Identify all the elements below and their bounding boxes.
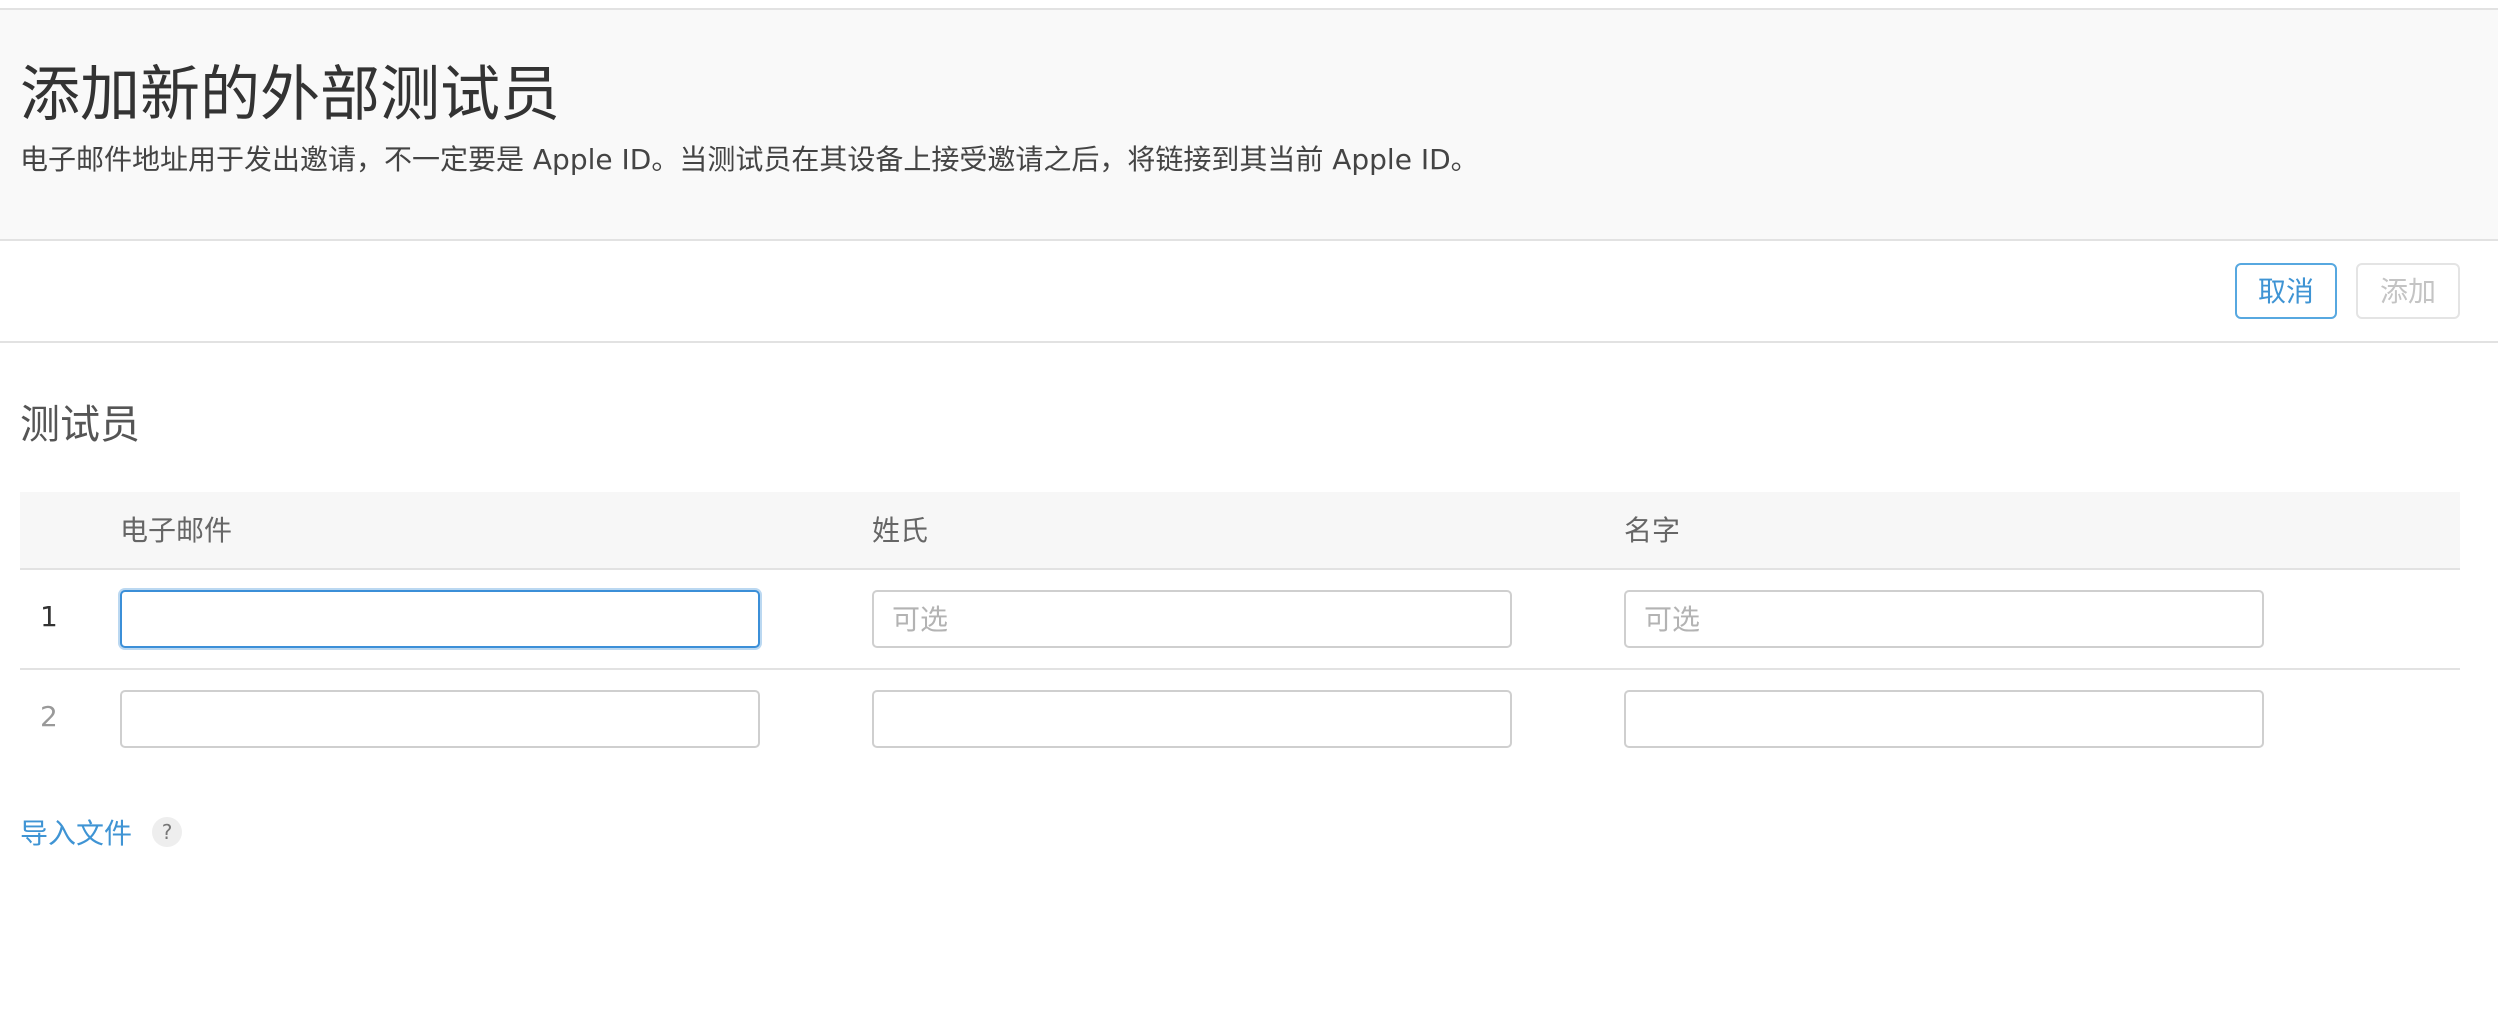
table-row: 2 bbox=[20, 670, 2460, 770]
column-header-first-name: 名字 bbox=[1624, 514, 1681, 547]
email-field[interactable] bbox=[120, 590, 760, 648]
page-title: 添加新的外部测试员 bbox=[20, 60, 560, 130]
testers-section-title: 测试员 bbox=[20, 402, 140, 448]
import-file-link[interactable]: 导入文件 bbox=[20, 812, 132, 852]
first-name-field[interactable] bbox=[1624, 690, 2264, 748]
row-number: 1 bbox=[40, 600, 58, 633]
page-header: 添加新的外部测试员 电子邮件地址用于发出邀请，不一定要是 Apple ID。当测… bbox=[0, 8, 2498, 241]
testers-table: 电子邮件 姓氏 名字 1 2 bbox=[20, 492, 2460, 770]
import-row: 导入文件 ? bbox=[20, 812, 183, 852]
add-button[interactable]: 添加 bbox=[2356, 263, 2460, 319]
last-name-field[interactable] bbox=[872, 590, 1512, 648]
row-number: 2 bbox=[40, 700, 58, 733]
email-field[interactable] bbox=[120, 690, 760, 748]
column-header-last-name: 姓氏 bbox=[872, 514, 929, 547]
table-header: 电子邮件 姓氏 名字 bbox=[20, 492, 2460, 570]
table-row: 1 bbox=[20, 570, 2460, 670]
action-toolbar: 取消 添加 bbox=[0, 241, 2498, 343]
page: 添加新的外部测试员 电子邮件地址用于发出邀请，不一定要是 Apple ID。当测… bbox=[0, 0, 2498, 1010]
first-name-field[interactable] bbox=[1624, 590, 2264, 648]
last-name-field[interactable] bbox=[872, 690, 1512, 748]
column-header-email: 电子邮件 bbox=[120, 514, 233, 547]
cancel-button[interactable]: 取消 bbox=[2235, 263, 2337, 319]
page-subtitle: 电子邮件地址用于发出邀请，不一定要是 Apple ID。当测试员在其设备上接受邀… bbox=[20, 143, 1479, 176]
help-icon[interactable]: ? bbox=[152, 817, 183, 847]
